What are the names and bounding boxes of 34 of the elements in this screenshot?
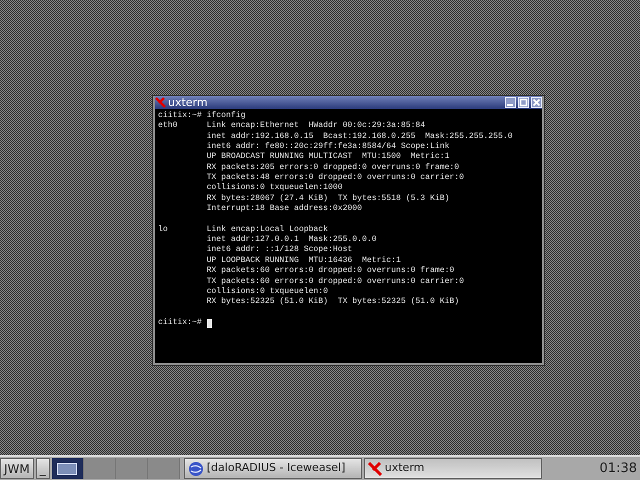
terminal-line: TX packets:48 errors:0 dropped:0 overruns:0 carrier:0 — [206, 173, 465, 183]
terminal-line: ciitix:~# ifconfig — [158, 111, 246, 121]
desktop-pager[interactable] — [52, 458, 84, 479]
terminal-line: collisions:0 txqueuelen:1000 — [206, 183, 344, 194]
taskbar-button[interactable]: uxterm — [364, 458, 542, 479]
x-icon — [155, 97, 166, 108]
terminal-line: inet addr:127.0.0.1 Mask:255.0.0.0 — [206, 235, 378, 245]
terminal-line: inet6 addr: ::1/128 Scope:Host — [206, 245, 354, 256]
terminal-line: RX packets:60 errors:0 dropped:0 overruns:0 frame:0 — [206, 266, 456, 276]
terminal-line: RX packets:205 errors:0 dropped:0 overruns:0 frame:0 — [206, 162, 460, 173]
terminal-line: lo Link encap:Local Loopback — [158, 224, 329, 235]
terminal-line: collisions:0 txqueuelen:0 — [206, 286, 329, 297]
window-title: uxterm — [168, 96, 209, 109]
taskbar-button[interactable]: [daloRADIUS - Iceweasel] — [184, 458, 362, 479]
terminal-line: Interrupt:18 Base address:0x2000 — [206, 204, 363, 214]
close-icon[interactable] — [531, 97, 542, 108]
terminal-line: RX bytes:52325 (51.0 KiB) TX bytes:52325 (51.0 KiB) — [206, 297, 460, 308]
menu-button[interactable]: JWM — [0, 458, 34, 479]
clock: 01:38 — [600, 460, 638, 478]
terminal-line: RX bytes:28067 (27.4 KiB) TX bytes:5518 (5.3 KiB) — [206, 194, 450, 204]
globe-icon — [188, 460, 204, 476]
maximize-icon[interactable] — [518, 97, 529, 108]
cursor — [206, 318, 212, 328]
x-icon — [368, 462, 382, 476]
terminal-line: TX packets:60 errors:0 dropped:0 overruns:0 carrier:0 — [206, 276, 465, 287]
terminal-line: inet addr:192.168.0.15 Bcast:192.168.0.255 Mask:255.255.255.0 — [206, 132, 514, 142]
terminal-line: UP LOOPBACK RUNNING MTU:16436 Metric:1 — [206, 256, 402, 266]
window-thumbnail-icon — [57, 462, 78, 474]
prompt-text: ciitix:~# — [158, 318, 202, 328]
terminal-line: eth0 Link encap:Ethernet HWaddr 00:0c:29:3a:85:84 — [158, 121, 426, 132]
terminal-line: UP BROADCAST RUNNING MULTICAST MTU:1500 Metric:1 — [206, 152, 450, 163]
show-desktop-button[interactable]: _ — [36, 458, 50, 479]
terminal-line: inet6 addr: fe80::20c:29ff:fe3a:8584/64 Scope:Link — [206, 142, 450, 152]
minimize-icon[interactable] — [505, 97, 516, 108]
